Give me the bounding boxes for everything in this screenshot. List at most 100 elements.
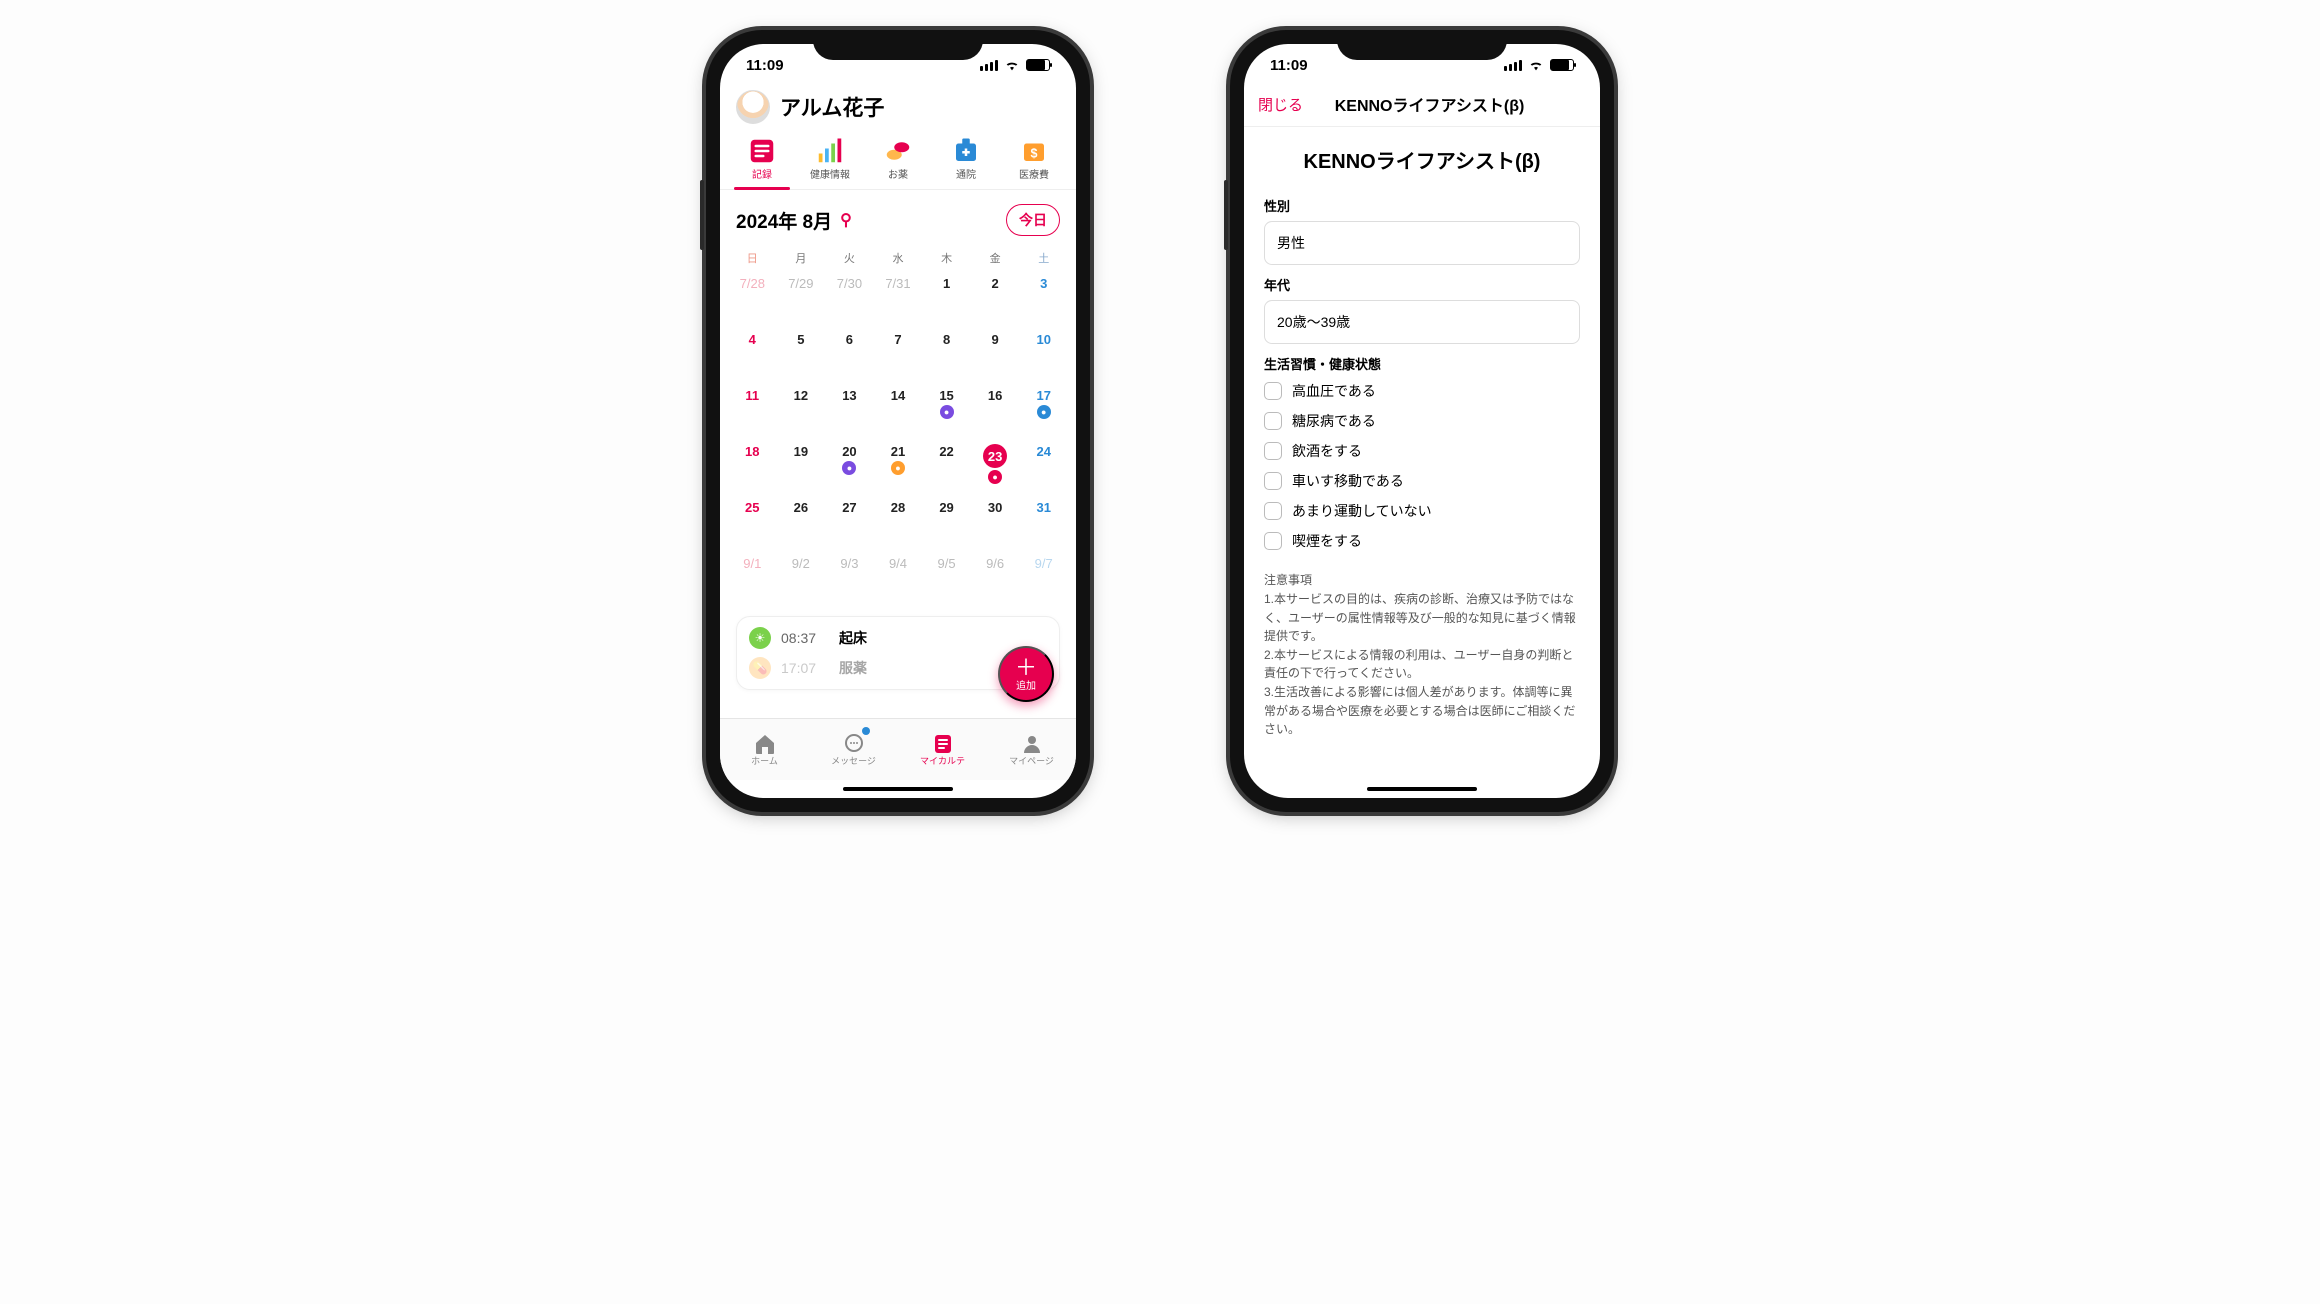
calendar-cell[interactable]: 29 [922,492,971,546]
svg-text:$: $ [1031,146,1038,160]
calendar-cell[interactable]: 26 [777,492,826,546]
entry-row[interactable]: ☀08:37起床 [749,627,1047,649]
gender-select[interactable]: 男性 [1264,221,1580,265]
calendar-cell[interactable]: 9/1 [728,548,777,602]
calendar-cell[interactable]: 7/29 [777,268,826,322]
calendar-cell[interactable]: 15● [922,380,971,434]
battery-icon [1550,59,1574,71]
dow-label: 土 [1019,250,1068,266]
calendar-cell[interactable]: 9/2 [777,548,826,602]
notch [813,30,983,60]
calendar-cell[interactable]: 7 [874,324,923,378]
calendar-cell[interactable]: 10 [1019,324,1068,378]
category-tabs: 記録健康情報 お薬通院$医療費 [720,130,1076,190]
calendar-cell[interactable]: 7/28 [728,268,777,322]
calendar-cell[interactable]: 7/31 [874,268,923,322]
calendar-cell[interactable]: 1 [922,268,971,322]
category-tab-1[interactable]: 健康情報 [796,130,864,189]
status-time: 11:09 [1270,57,1308,74]
checkbox-row[interactable]: 糖尿病である [1264,411,1580,431]
month-label: 2024年 8月 [736,207,832,234]
calendar-cell[interactable]: 7/30 [825,268,874,322]
calendar-cell[interactable]: 16 [971,380,1020,434]
tab-label: マイカルテ [920,754,965,767]
calendar-cell[interactable]: 30 [971,492,1020,546]
calendar-cell[interactable]: 28 [874,492,923,546]
category-tab-3[interactable]: 通院 [932,130,1000,189]
dow-label: 水 [874,250,923,266]
tab-2[interactable]: マイカルテ [898,719,987,780]
category-icon [951,136,981,162]
calendar-cell[interactable]: 22 [922,436,971,490]
calendar-cell[interactable]: 4 [728,324,777,378]
notes-heading: 注意事項 [1264,571,1580,588]
status-indicators [980,59,1050,71]
today-button[interactable]: 今日 [1006,204,1060,236]
tab-0[interactable]: ホーム [720,719,809,780]
category-label: 健康情報 [810,170,850,181]
gender-label: 性別 [1264,196,1580,215]
calendar-cell[interactable]: 2 [971,268,1020,322]
checkbox-row[interactable]: あまり運動していない [1264,501,1580,521]
calendar-cell[interactable]: 21● [874,436,923,490]
entry-time: 17:07 [781,660,829,676]
calendar-cell[interactable]: 18 [728,436,777,490]
phone-frame-right: 11:09 閉じる KENNOライフアシスト(β) KENNOライフアシスト(β… [1230,30,1614,812]
calendar-cell[interactable]: 9/5 [922,548,971,602]
calendar-cell[interactable]: 27 [825,492,874,546]
calendar-cell[interactable]: 14 [874,380,923,434]
status-indicators [1504,59,1574,71]
form-title: KENNOライフアシスト(β) [1264,145,1580,174]
add-fab[interactable]: ＋ 追加 [998,646,1054,702]
calendar-grid: 7/287/297/307/31123456789101112131415●16… [720,268,1076,606]
calendar-cell[interactable]: 17● [1019,380,1068,434]
profile-header[interactable]: アルム花子 [720,86,1076,130]
screen-right: 11:09 閉じる KENNOライフアシスト(β) KENNOライフアシスト(β… [1244,44,1600,798]
checkbox-row[interactable]: 車いす移動である [1264,471,1580,491]
category-tab-2[interactable]: お薬 [864,130,932,189]
checkbox-row[interactable]: 高血圧である [1264,381,1580,401]
entry-label: 起床 [839,628,867,648]
category-icon [883,136,913,162]
calendar-cell[interactable]: 9/4 [874,548,923,602]
calendar-cell[interactable]: 9/7 [1019,548,1068,602]
calendar-cell[interactable]: 6 [825,324,874,378]
calendar-cell[interactable]: 9/3 [825,548,874,602]
checkbox-label: あまり運動していない [1292,501,1432,521]
calendar-cell[interactable]: 13 [825,380,874,434]
calendar-cell[interactable]: 20● [825,436,874,490]
month-selector[interactable]: 2024年 8月 ⚲ [736,207,852,234]
dow-label: 月 [777,250,826,266]
calendar-cell[interactable]: 11 [728,380,777,434]
sun-icon: ☀ [749,627,771,649]
calendar-cell[interactable]: 9/6 [971,548,1020,602]
checkbox-icon [1264,532,1282,550]
status-time: 11:09 [746,57,784,74]
tab-1[interactable]: メッセージ [809,719,898,780]
checkbox-row[interactable]: 飲酒をする [1264,441,1580,461]
checkbox-label: 車いす移動である [1292,471,1404,491]
dow-label: 金 [971,250,1020,266]
calendar-cell[interactable]: 5 [777,324,826,378]
calendar-cell[interactable]: 12 [777,380,826,434]
tab-3[interactable]: マイページ [987,719,1076,780]
event-marker-icon: ● [940,405,954,419]
checkbox-row[interactable]: 喫煙をする [1264,531,1580,551]
calendar-cell[interactable]: 8 [922,324,971,378]
signal-icon [1504,60,1522,71]
checkbox-label: 喫煙をする [1292,531,1362,551]
calendar-cell[interactable]: 25 [728,492,777,546]
tab-icon [1020,732,1044,752]
calendar-cell[interactable]: 3 [1019,268,1068,322]
calendar-cell[interactable]: 9 [971,324,1020,378]
calendar-cell[interactable]: 24 [1019,436,1068,490]
calendar-cell[interactable]: 19 [777,436,826,490]
category-tab-4[interactable]: $医療費 [1000,130,1068,189]
event-marker-icon: ● [842,461,856,475]
category-tab-0[interactable]: 記録 [728,130,796,189]
calendar-cell[interactable]: 31 [1019,492,1068,546]
age-select[interactable]: 20歳〜39歳 [1264,300,1580,344]
age-label: 年代 [1264,275,1580,294]
calendar-cell[interactable]: 23● [971,436,1020,490]
tab-icon [753,732,777,752]
